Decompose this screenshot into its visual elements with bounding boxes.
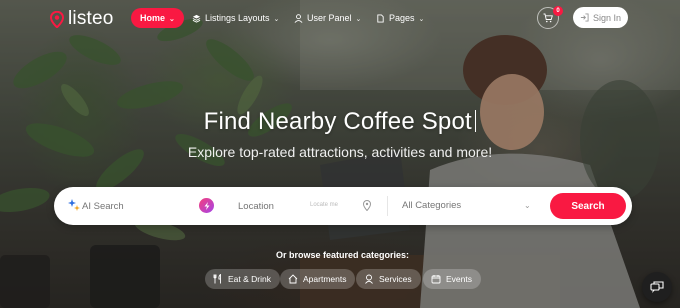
featured-categories-heading: Or browse featured categories:	[275, 250, 410, 260]
map-pin-icon	[50, 10, 64, 28]
chevron-down-icon: ⌄	[418, 16, 425, 23]
sign-in-icon	[580, 13, 589, 22]
nav-user-panel[interactable]: User Panel ⌄	[294, 8, 361, 28]
ai-search-button[interactable]	[199, 198, 214, 213]
location-input[interactable]	[238, 197, 298, 215]
sign-in-label: Sign In	[592, 12, 622, 23]
category-label: Events	[446, 274, 472, 284]
category-label: Eat & Drink	[228, 274, 271, 284]
category-apartments[interactable]: Apartments	[280, 269, 356, 289]
chevron-down-icon: ⌄	[169, 16, 175, 23]
category-label: Services	[379, 274, 412, 284]
chat-button[interactable]	[642, 272, 672, 302]
document-icon	[377, 13, 384, 23]
hero-title-text: Find Nearby Coffee Spot	[203, 108, 472, 135]
category-services[interactable]: Services	[356, 269, 421, 289]
search-bar: Locate me All Categories ⌄ Search	[54, 187, 632, 225]
services-icon	[365, 274, 373, 284]
hero-subtitle: Explore top-rated attractions, activitie…	[187, 144, 493, 160]
ai-sparkle-icon	[68, 199, 80, 211]
chevron-down-icon[interactable]: ⌄	[524, 201, 531, 210]
category-eat-drink[interactable]: Eat & Drink	[205, 269, 280, 289]
location-pin-icon[interactable]	[363, 200, 371, 211]
search-button[interactable]: Search	[550, 193, 626, 219]
nav-pages-label: Pages	[389, 13, 415, 23]
layers-icon	[192, 14, 201, 23]
house-icon	[288, 274, 298, 284]
typing-cursor	[474, 110, 477, 132]
ai-search-input[interactable]	[82, 197, 192, 215]
nav-user-panel-label: User Panel	[307, 13, 352, 23]
nav-listings-label: Listings Layouts	[205, 13, 270, 23]
lightning-icon	[204, 201, 209, 210]
logo[interactable]: listeo	[50, 8, 114, 30]
chat-icon	[650, 281, 664, 293]
utensils-icon	[213, 274, 221, 284]
category-select[interactable]: All Categories	[402, 200, 461, 211]
chevron-down-icon: ⌄	[273, 16, 280, 23]
ticket-icon	[431, 275, 441, 284]
cart-icon	[543, 13, 553, 23]
cart-count-badge: 0	[553, 6, 563, 16]
nav-pages[interactable]: Pages ⌄	[376, 8, 424, 28]
nav-listings-layouts[interactable]: Listings Layouts ⌄	[192, 8, 279, 28]
hero-title: Find Nearby Coffee Spot	[0, 108, 680, 136]
chevron-down-icon: ⌄	[355, 16, 362, 23]
cart-button[interactable]: 0	[537, 6, 563, 29]
category-events[interactable]: Events	[423, 269, 481, 289]
main-nav: Home ⌄	[131, 8, 184, 28]
site-header: listeo Home ⌄ Listings Layouts ⌄ User Pa…	[0, 0, 680, 36]
sign-in-button[interactable]: Sign In	[573, 7, 628, 28]
user-icon	[294, 13, 303, 23]
logo-text: listeo	[68, 8, 114, 29]
nav-home-label: Home	[140, 13, 166, 23]
locate-me-hint[interactable]: Locate me	[310, 202, 338, 208]
nav-home[interactable]: Home ⌄	[131, 8, 184, 28]
search-divider	[387, 196, 388, 216]
category-label: Apartments	[303, 274, 347, 284]
